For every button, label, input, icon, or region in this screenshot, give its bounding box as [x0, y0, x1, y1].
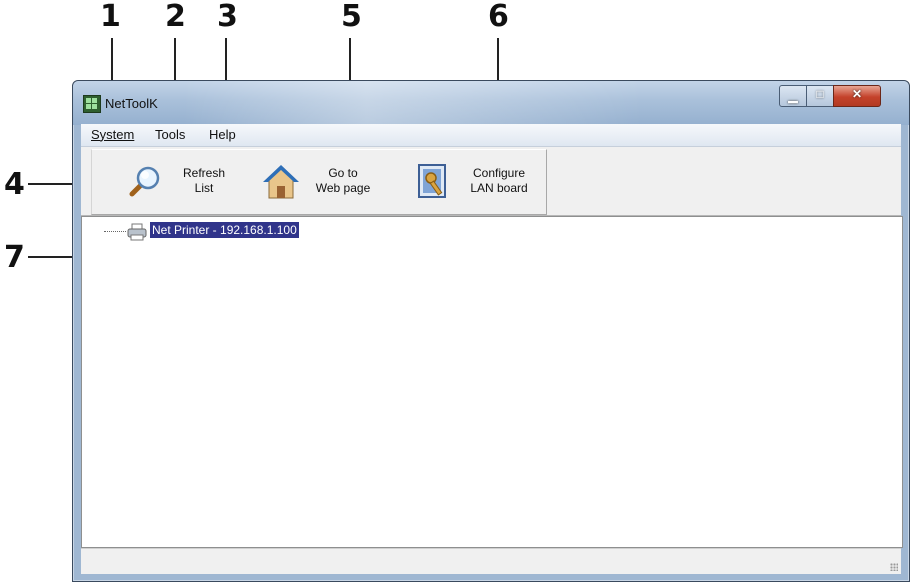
toolbar: Refresh List Go to Web page Configure LA… [81, 147, 901, 216]
home-icon [263, 165, 299, 199]
app-window: NetToolK ▁ □ ✕ System Tools Help Refresh… [72, 80, 910, 582]
minimize-icon: ▁ [788, 89, 798, 103]
resize-grip-icon[interactable] [890, 563, 898, 571]
menu-bar: System Tools Help [81, 124, 901, 147]
callout-5: 5 [341, 0, 362, 34]
printer-icon [127, 223, 147, 241]
refresh-list-button[interactable]: Refresh List [122, 150, 242, 214]
window-title: NetToolK [105, 96, 158, 111]
close-icon: ✕ [851, 87, 863, 101]
search-icon [129, 166, 160, 197]
refresh-label-line2: List [194, 181, 214, 195]
refresh-list-label: Refresh List [176, 166, 232, 196]
app-icon [83, 95, 101, 113]
callout-2: 2 [165, 0, 186, 34]
refresh-label-line1: Refresh [182, 166, 226, 180]
callout-7: 7 [4, 240, 25, 275]
menu-system[interactable]: System [91, 127, 134, 142]
device-tree[interactable]: Net Printer - 192.168.1.100 [81, 216, 903, 548]
callout-6: 6 [488, 0, 509, 34]
goto-web-page-label: Go to Web page [309, 166, 377, 196]
minimize-button[interactable]: ▁ [779, 85, 807, 107]
menu-tools[interactable]: Tools [155, 127, 185, 142]
configure-label-line2: LAN board [470, 181, 528, 195]
menu-help[interactable]: Help [209, 127, 236, 142]
configure-lan-board-label: Configure LAN board [464, 166, 534, 196]
toolbar-button-group: Refresh List Go to Web page Configure LA… [91, 149, 547, 215]
goto-label-line2: Web page [315, 181, 371, 195]
title-bar[interactable]: NetToolK ▁ □ ✕ [73, 81, 909, 125]
callout-1: 1 [100, 0, 121, 34]
goto-web-page-button[interactable]: Go to Web page [257, 150, 387, 214]
configure-icon [418, 164, 446, 198]
maximize-button[interactable]: □ [806, 85, 834, 107]
tree-item-net-printer[interactable]: Net Printer - 192.168.1.100 [150, 222, 299, 238]
callout-3: 3 [217, 0, 238, 34]
configure-label-line1: Configure [472, 166, 526, 180]
tree-connector [104, 231, 126, 232]
callout-4: 4 [4, 167, 25, 202]
status-bar [81, 548, 901, 574]
configure-lan-board-button[interactable]: Configure LAN board [412, 150, 542, 214]
close-button[interactable]: ✕ [833, 85, 881, 107]
maximize-icon: □ [816, 87, 824, 101]
goto-label-line1: Go to [328, 166, 358, 180]
